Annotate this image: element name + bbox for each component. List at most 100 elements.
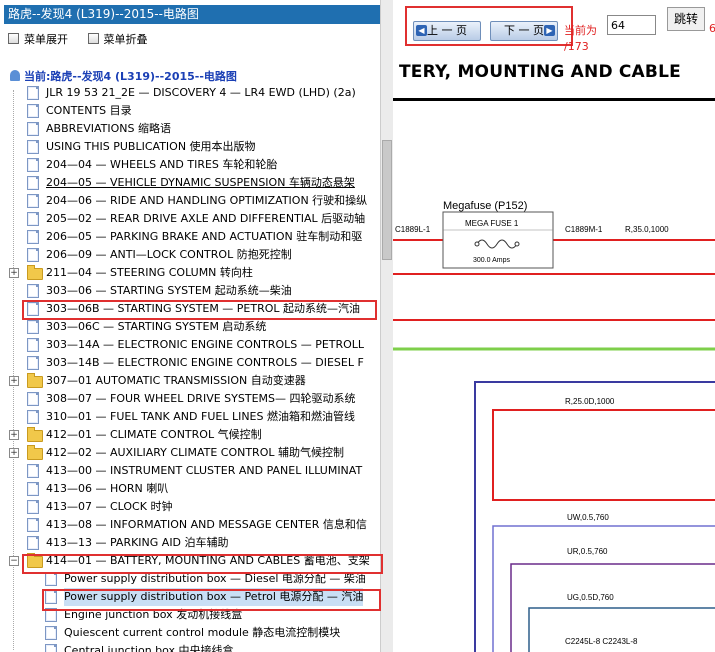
document-icon: [27, 392, 39, 406]
tree-item[interactable]: 413—00 — INSTRUMENT CLUSTER AND PANEL IL…: [0, 462, 380, 480]
tree-folder[interactable]: − 414—01 — BATTERY, MOUNTING AND CABLES 蓄…: [0, 552, 380, 570]
document-icon: [45, 644, 57, 652]
tree-item[interactable]: JLR 19 53 21_2E — DISCOVERY 4 — LR4 EWD …: [0, 84, 380, 102]
tree-item-label: 206—05 — PARKING BRAKE AND ACTUATION 驻车制…: [46, 230, 363, 243]
tree-item[interactable]: 206—05 — PARKING BRAKE AND ACTUATION 驻车制…: [0, 228, 380, 246]
tree-item[interactable]: 204—06 — RIDE AND HANDLING OPTIMIZATION …: [0, 192, 380, 210]
menu-controls: 菜单展开 菜单折叠: [8, 31, 164, 49]
document-tree: JLR 19 53 21_2E — DISCOVERY 4 — LR4 EWD …: [0, 84, 380, 652]
tree-item-label: USING THIS PUBLICATION 使用本出版物: [46, 140, 256, 153]
wire-spec-right: R,35.0,1000: [625, 225, 669, 234]
tree-item[interactable]: ABBREVIATIONS 缩略语: [0, 120, 380, 138]
document-icon: [27, 482, 39, 496]
tree-item[interactable]: 413—07 — CLOCK 时钟: [0, 498, 380, 516]
tree-item[interactable]: CONTENTS 目录: [0, 102, 380, 120]
tree-item[interactable]: 413—13 — PARKING AID 泊车辅助: [0, 534, 380, 552]
document-icon: [27, 284, 39, 298]
document-icon: [27, 410, 39, 424]
document-icon: [27, 536, 39, 550]
page-number-input[interactable]: [607, 15, 656, 35]
tree-item-label: 413—00 — INSTRUMENT CLUSTER AND PANEL IL…: [46, 464, 363, 477]
tree-item[interactable]: USING THIS PUBLICATION 使用本出版物: [0, 138, 380, 156]
tree-item[interactable]: 303—06C — STARTING SYSTEM 启动系统: [0, 318, 380, 336]
tree-item-label: 303—06C — STARTING SYSTEM 启动系统: [46, 320, 267, 333]
pane-title: 路虎--发现4 (L319)--2015--电路图: [4, 5, 381, 24]
tree-item[interactable]: Power supply distribution box — Diesel 电…: [0, 570, 380, 588]
menu-expand-label: 菜单展开: [24, 33, 68, 46]
tree-item-label: 303—06 — STARTING SYSTEM 起动系统—柴油: [46, 284, 292, 297]
page-total: /173: [564, 40, 589, 53]
collapse-minus-icon[interactable]: −: [9, 556, 19, 566]
prev-page-label: 上 一 页: [427, 24, 467, 37]
tree-item-label: 303—14A — ELECTRONIC ENGINE CONTROLS — P…: [46, 338, 365, 351]
tree-item-label: 413—06 — HORN 喇叭: [46, 482, 169, 495]
menu-collapse-button[interactable]: 菜单折叠: [87, 31, 148, 49]
tree-item[interactable]: Engine junction box 发动机接线盒: [0, 606, 380, 624]
expand-plus-icon[interactable]: +: [9, 268, 19, 278]
expand-plus-icon[interactable]: +: [9, 448, 19, 458]
expand-plus-icon[interactable]: +: [9, 430, 19, 440]
tree-item-label: CONTENTS 目录: [46, 104, 132, 117]
tree-item[interactable]: 303—14B — ELECTRONIC ENGINE CONTROLS — D…: [0, 354, 380, 372]
document-icon: [27, 158, 39, 172]
wire-ug: UG,0.5D,760: [567, 593, 614, 602]
tree-folder[interactable]: +211—04 — STEERING COLUMN 转向柱: [0, 264, 380, 282]
tree-item[interactable]: 303—06B — STARTING SYSTEM — PETROL 起动系统—…: [0, 300, 380, 318]
tree-folder[interactable]: +307—01 AUTOMATIC TRANSMISSION 自动变速器: [0, 372, 380, 390]
tree-item-label: 413—07 — CLOCK 时钟: [46, 500, 173, 513]
tree-item[interactable]: 413—06 — HORN 喇叭: [0, 480, 380, 498]
fuse-rating: 300.0 Amps: [473, 257, 510, 264]
connector-right: C1889M-1: [565, 225, 603, 234]
document-icon: [27, 176, 39, 190]
go-button[interactable]: 跳转: [667, 7, 705, 31]
tree-item[interactable]: 303—14A — ELECTRONIC ENGINE CONTROLS — P…: [0, 336, 380, 354]
tree-item[interactable]: 204—05 — VEHICLE DYNAMIC SUSPENSION 车辆动态…: [0, 174, 380, 192]
tree-item-label: 414—01 — BATTERY, MOUNTING AND CABLES 蓄电…: [46, 554, 370, 567]
tree-item-label: 204—05 — VEHICLE DYNAMIC SUSPENSION 车辆动态…: [46, 176, 355, 189]
tree-item-label: Power supply distribution box — Diesel 电…: [64, 572, 366, 585]
edge-mark: 6: [709, 22, 715, 35]
folder-icon: [27, 373, 43, 388]
tree-item[interactable]: 204—04 — WHEELS AND TIRES 车轮和轮胎: [0, 156, 380, 174]
tree-item-label: 204—06 — RIDE AND HANDLING OPTIMIZATION …: [46, 194, 368, 207]
tree-item[interactable]: 205—02 — REAR DRIVE AXLE AND DIFFERENTIA…: [0, 210, 380, 228]
wiring-svg: Megafuse (P152) MEGA FUSE 1 300.0 Amps C…: [393, 200, 715, 652]
document-icon: [27, 518, 39, 532]
tree-item[interactable]: Central junction box 中央接线盒: [0, 642, 380, 652]
diagram-pane: ◀ 上 一 页 下 一 页 ▶ 当前为 /173 跳转 6 TERY, MOUN…: [393, 0, 715, 652]
document-icon: [27, 140, 39, 154]
tree-item[interactable]: Power supply distribution box — Petrol 电…: [0, 588, 380, 606]
tree-item-label: 308—07 — FOUR WHEEL DRIVE SYSTEMS— 四轮驱动系…: [46, 392, 356, 405]
prev-page-button[interactable]: ◀ 上 一 页: [413, 21, 481, 41]
tree-item[interactable]: 310—01 — FUEL TANK AND FUEL LINES 燃油箱和燃油…: [0, 408, 380, 426]
wire-ur: UR,0.5,760: [567, 547, 608, 556]
bottom-connector: C2245L-8 C2243L-8: [565, 637, 638, 646]
tree-item-label: 303—06B — STARTING SYSTEM — PETROL 起动系统—…: [46, 302, 361, 315]
current-location[interactable]: 当前:路虎--发现4 (L319)--2015--电路图: [10, 68, 237, 84]
tree-scrollbar[interactable]: [380, 0, 393, 652]
tree-folder[interactable]: +412—01 — CLIMATE CONTROL 气候控制: [0, 426, 380, 444]
wiring-diagram: TERY, MOUNTING AND CABLE Megafuse (P152)…: [393, 54, 715, 652]
menu-expand-button[interactable]: 菜单展开: [8, 31, 68, 49]
tree-folder[interactable]: +412—02 — AUXILIARY CLIMATE CONTROL 辅助气候…: [0, 444, 380, 462]
document-icon: [45, 590, 57, 604]
tree-item-label: Quiescent current control module 静态电流控制模…: [64, 626, 341, 639]
expand-plus-icon[interactable]: +: [9, 376, 19, 386]
uw-box: [492, 525, 715, 652]
megafuse-label: Megafuse (P152): [443, 200, 527, 212]
document-icon: [27, 248, 39, 262]
tree-item[interactable]: 303—06 — STARTING SYSTEM 起动系统—柴油: [0, 282, 380, 300]
tree-item[interactable]: 308—07 — FOUR WHEEL DRIVE SYSTEMS— 四轮驱动系…: [0, 390, 380, 408]
document-icon: [27, 212, 39, 226]
scrollbar-thumb[interactable]: [382, 140, 392, 260]
tree-item[interactable]: Quiescent current control module 静态电流控制模…: [0, 624, 380, 642]
document-icon: [45, 608, 57, 622]
expand-icon: [8, 33, 19, 44]
menu-collapse-label: 菜单折叠: [103, 33, 148, 46]
collapse-icon: [87, 33, 99, 44]
tree-item[interactable]: 206—09 — ANTI—LOCK CONTROL 防抱死控制: [0, 246, 380, 264]
next-page-button[interactable]: 下 一 页 ▶: [490, 21, 558, 41]
tree-item[interactable]: 413—08 — INFORMATION AND MESSAGE CENTER …: [0, 516, 380, 534]
tree-item-label: 413—08 — INFORMATION AND MESSAGE CENTER …: [46, 518, 367, 531]
fuse-terminal-right: [514, 241, 520, 247]
